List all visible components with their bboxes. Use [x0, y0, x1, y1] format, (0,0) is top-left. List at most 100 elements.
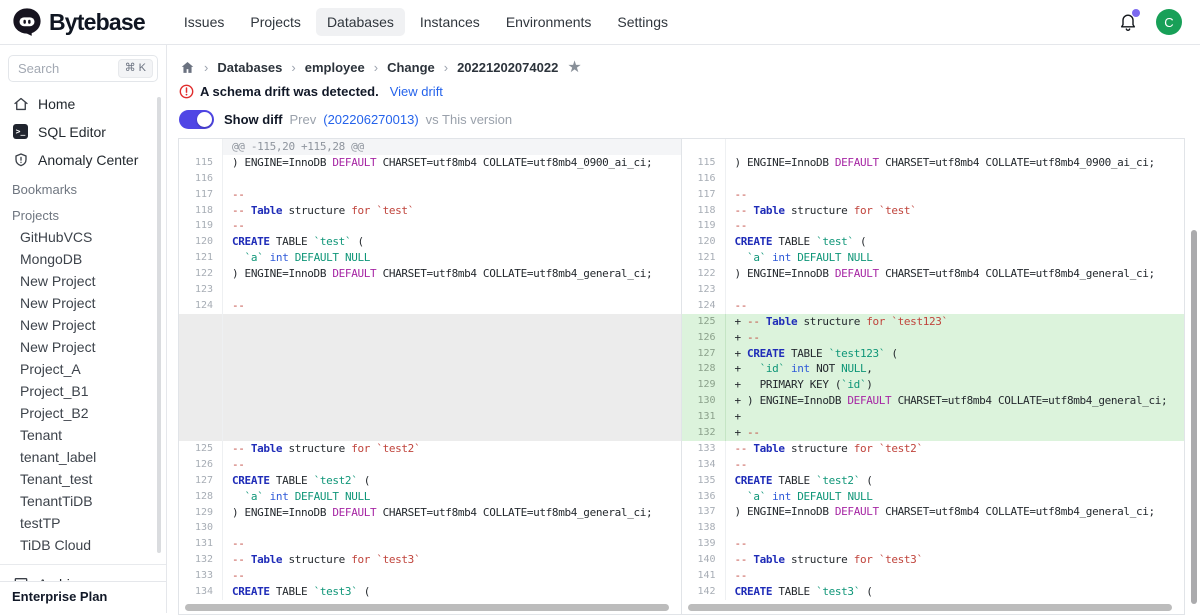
- main-content: ›Databases›employee›Change›2022120207402…: [167, 45, 1200, 613]
- breadcrumb-item[interactable]: Change: [387, 60, 435, 75]
- sidebar-project-item[interactable]: TenantTiDB: [0, 490, 166, 512]
- code-line: --: [726, 536, 1185, 552]
- code-line: -- Table structure for `test3`: [223, 552, 681, 568]
- breadcrumb-separator: ›: [374, 60, 378, 75]
- line-number: 123: [179, 282, 223, 298]
- breadcrumb-item[interactable]: Databases: [217, 60, 282, 75]
- sidebar-scrollbar[interactable]: [157, 97, 161, 553]
- line-number: [179, 314, 223, 441]
- sidebar-section-bookmarks: Bookmarks: [0, 174, 166, 200]
- show-diff-toggle[interactable]: [179, 110, 214, 129]
- diff-line: 134--: [682, 457, 1185, 473]
- sidebar-project-item[interactable]: Project_B2: [0, 402, 166, 424]
- nav-links: IssuesProjectsDatabasesInstancesEnvironm…: [173, 8, 679, 36]
- diff-line: 139--: [682, 536, 1185, 552]
- line-number: 141: [682, 568, 726, 584]
- breadcrumb-item[interactable]: 20221202074022: [457, 60, 558, 75]
- sidebar-project-item[interactable]: tenant_label: [0, 446, 166, 468]
- brand[interactable]: Bytebase: [12, 7, 145, 37]
- line-number: 130: [682, 393, 726, 409]
- sidebar-project-item[interactable]: New Project: [0, 292, 166, 314]
- line-number: 140: [682, 552, 726, 568]
- diff-line: 126--: [179, 457, 681, 473]
- code-line: @@ -115,20 +115,28 @@: [223, 139, 681, 155]
- code-line: [223, 520, 681, 536]
- line-number: 126: [682, 330, 726, 346]
- sidebar-project-item[interactable]: New Project: [0, 314, 166, 336]
- user-avatar[interactable]: C: [1156, 9, 1182, 35]
- nav-tab-instances[interactable]: Instances: [409, 8, 491, 36]
- nav-tab-databases[interactable]: Databases: [316, 8, 405, 36]
- line-number: [179, 139, 223, 155]
- code-line: --: [726, 298, 1185, 314]
- star-icon[interactable]: ★: [567, 62, 581, 74]
- code-line: [223, 171, 681, 187]
- line-number: 122: [682, 266, 726, 282]
- line-number: 120: [682, 234, 726, 250]
- left-pane-horizontal-scrollbar[interactable]: [185, 604, 669, 611]
- line-number: 135: [682, 473, 726, 489]
- sidebar-item-anomaly-center[interactable]: Anomaly Center: [0, 146, 166, 174]
- line-number: 119: [682, 218, 726, 234]
- nav-tab-environments[interactable]: Environments: [495, 8, 603, 36]
- sidebar-project-item[interactable]: GitHubVCS: [0, 226, 166, 248]
- diff-line: 132-- Table structure for `test3`: [179, 552, 681, 568]
- diff-line: 134CREATE TABLE `test3` (: [179, 584, 681, 600]
- diff-line: 133-- Table structure for `test2`: [682, 441, 1185, 457]
- diff-line: 127+ CREATE TABLE `test123` (: [682, 346, 1185, 362]
- sidebar-project-item[interactable]: Tenant: [0, 424, 166, 446]
- line-number: 136: [682, 489, 726, 505]
- schema-diff-viewer: @@ -115,20 +115,28 @@115) ENGINE=InnoDB …: [178, 138, 1185, 615]
- sidebar-project-item[interactable]: testTP: [0, 512, 166, 534]
- diff-line: 132+ --: [682, 425, 1185, 441]
- diff-line: 119--: [682, 218, 1185, 234]
- diff-line: 120CREATE TABLE `test` (: [682, 234, 1185, 250]
- code-line: `a` int DEFAULT NULL: [223, 489, 681, 505]
- diff-line: 142CREATE TABLE `test3` (: [682, 584, 1185, 600]
- diff-line: 129+ PRIMARY KEY (`id`): [682, 377, 1185, 393]
- code-line: -- Table structure for `test3`: [726, 552, 1185, 568]
- nav-tab-issues[interactable]: Issues: [173, 8, 235, 36]
- code-line: + --: [726, 330, 1185, 346]
- avatar-initial: C: [1164, 15, 1173, 30]
- code-line: --: [223, 568, 681, 584]
- page-vertical-scrollbar[interactable]: [1191, 230, 1197, 604]
- diff-line: 131+: [682, 409, 1185, 425]
- sidebar-project-item[interactable]: TiDB Cloud: [0, 534, 166, 556]
- right-pane-horizontal-scrollbar[interactable]: [688, 604, 1173, 611]
- code-line: [223, 314, 681, 441]
- breadcrumb-home-icon[interactable]: [180, 60, 195, 75]
- prev-version-link[interactable]: (202206270013): [323, 112, 418, 127]
- sidebar-project-item[interactable]: Project_B1: [0, 380, 166, 402]
- search-input[interactable]: Search ⌘ K: [8, 55, 158, 82]
- sidebar-project-item[interactable]: New Project: [0, 336, 166, 358]
- code-line: [726, 171, 1185, 187]
- shield-icon: [13, 152, 29, 168]
- notification-bell-button[interactable]: [1118, 12, 1138, 32]
- line-number: 120: [179, 234, 223, 250]
- nav-tab-settings[interactable]: Settings: [606, 8, 679, 36]
- sidebar-item-sql-editor[interactable]: >_ SQL Editor: [0, 118, 166, 146]
- diff-line: 129) ENGINE=InnoDB DEFAULT CHARSET=utf8m…: [179, 505, 681, 521]
- sidebar-project-item[interactable]: Project_A: [0, 358, 166, 380]
- diff-line: 116: [179, 171, 681, 187]
- sidebar-item-label: SQL Editor: [38, 124, 106, 140]
- code-line: CREATE TABLE `test` (: [726, 234, 1185, 250]
- sidebar-project-item[interactable]: New Project: [0, 270, 166, 292]
- code-line: --: [223, 457, 681, 473]
- code-line: ) ENGINE=InnoDB DEFAULT CHARSET=utf8mb4 …: [223, 266, 681, 282]
- nav-tab-projects[interactable]: Projects: [239, 8, 312, 36]
- sidebar-project-item[interactable]: Tenant_test: [0, 468, 166, 490]
- view-drift-link[interactable]: View drift: [390, 84, 443, 99]
- code-line: --: [223, 187, 681, 203]
- top-navbar: Bytebase IssuesProjectsDatabasesInstance…: [0, 0, 1200, 45]
- line-number: 130: [179, 520, 223, 536]
- line-number: 137: [682, 504, 726, 520]
- sidebar-project-item[interactable]: MongoDB: [0, 248, 166, 270]
- breadcrumb-item[interactable]: employee: [305, 60, 365, 75]
- breadcrumb-separator: ›: [204, 60, 208, 75]
- diff-line: 125-- Table structure for `test2`: [179, 441, 681, 457]
- diff-line: 118-- Table structure for `test`: [682, 203, 1185, 219]
- sidebar-item-home[interactable]: Home: [0, 90, 166, 118]
- line-number: 134: [682, 457, 726, 473]
